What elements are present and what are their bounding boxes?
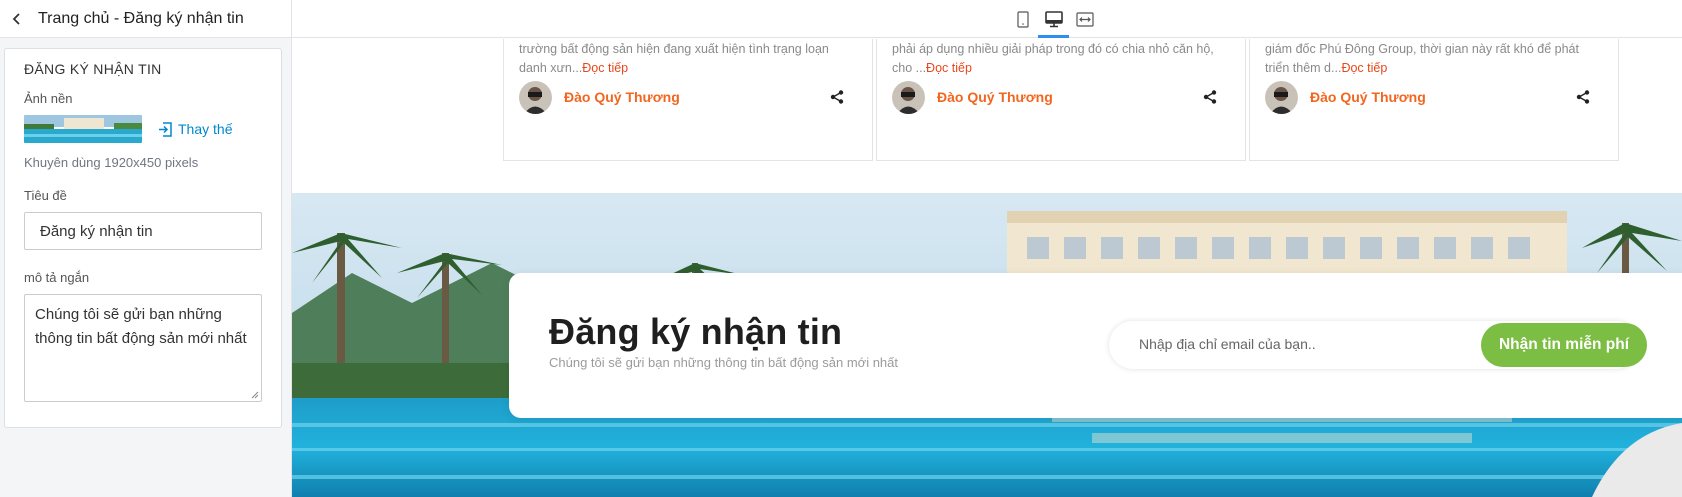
title-label: Tiêu đề xyxy=(24,188,67,203)
email-form: Nhập địa chỉ email của bạn.. Nhận tin mi… xyxy=(1109,321,1647,369)
article-card: giám đốc Phú Đông Group, thời gian này r… xyxy=(1249,39,1619,161)
author-row: Đào Quý Thương xyxy=(519,80,859,114)
author-row: Đào Quý Thương xyxy=(1265,80,1605,114)
newsletter-subtitle: Chúng tôi sẽ gửi bạn những thông tin bất… xyxy=(549,355,899,370)
replace-icon xyxy=(159,121,172,137)
background-row: Thay thế xyxy=(24,115,262,143)
description-text: Chúng tôi sẽ gửi bạn những thông tin bất… xyxy=(35,306,247,347)
author-row: Đào Quý Thương xyxy=(892,80,1232,114)
background-label: Ảnh nền xyxy=(24,91,73,106)
settings-panel: ĐĂNG KÝ NHẬN TIN Ảnh nền Thay thế Khuyên… xyxy=(4,48,282,428)
excerpt-line: triển thêm d... xyxy=(1265,61,1342,75)
article-card: trường bất động sản hiện đang xuất hiện … xyxy=(503,39,873,161)
fullwidth-icon xyxy=(1075,11,1094,27)
replace-image-button[interactable]: Thay thế xyxy=(158,121,232,137)
desktop-view-button[interactable] xyxy=(1038,0,1069,38)
share-icon xyxy=(1576,90,1590,104)
panel-title: ĐĂNG KÝ NHẬN TIN xyxy=(24,61,162,77)
title-input[interactable]: Đăng ký nhận tin xyxy=(24,212,262,250)
read-more-link[interactable]: Đọc tiếp xyxy=(1341,61,1387,75)
article-card: phải áp dụng nhiều giải pháp trong đó có… xyxy=(876,39,1246,161)
excerpt-line: danh xưn... xyxy=(519,61,583,75)
sidebar-header: Trang chủ - Đăng ký nhận tin xyxy=(0,0,291,38)
mobile-icon xyxy=(1016,10,1029,28)
avatar xyxy=(892,80,925,114)
background-thumbnail[interactable] xyxy=(24,115,142,143)
desktop-icon xyxy=(1044,10,1063,27)
description-label: mô tả ngắn xyxy=(24,270,90,285)
card-excerpt: giám đốc Phú Đông Group, thời gian này r… xyxy=(1265,40,1605,78)
description-textarea[interactable]: Chúng tôi sẽ gửi bạn những thông tin bất… xyxy=(24,294,262,402)
read-more-link[interactable]: Đọc tiếp xyxy=(582,61,628,75)
replace-label: Thay thế xyxy=(178,121,233,137)
avatar xyxy=(519,80,552,114)
preview-toolbar xyxy=(292,0,1682,38)
share-button[interactable] xyxy=(827,87,847,107)
excerpt-line: cho ... xyxy=(892,61,927,75)
author-name[interactable]: Đào Quý Thương xyxy=(564,89,680,105)
author-name[interactable]: Đào Quý Thương xyxy=(937,89,1053,105)
avatar xyxy=(1265,80,1298,114)
share-button[interactable] xyxy=(1200,87,1220,107)
page-preview: trường bất động sản hiện đang xuất hiện … xyxy=(292,39,1682,497)
newsletter-box: Đăng ký nhận tin Chúng tôi sẽ gửi bạn nh… xyxy=(509,273,1682,418)
mobile-view-button[interactable] xyxy=(1007,0,1038,38)
size-hint: Khuyên dùng 1920x450 pixels xyxy=(24,155,199,170)
email-input[interactable]: Nhập địa chỉ email của bạn.. xyxy=(1139,336,1316,352)
card-excerpt: phải áp dụng nhiều giải pháp trong đó có… xyxy=(892,40,1232,78)
share-button[interactable] xyxy=(1573,87,1593,107)
excerpt-line: giám đốc Phú Đông Group, thời gian này r… xyxy=(1265,42,1579,56)
editor-sidebar: Trang chủ - Đăng ký nhận tin ĐĂNG KÝ NHẬ… xyxy=(0,0,292,497)
share-icon xyxy=(1203,90,1217,104)
share-icon xyxy=(830,90,844,104)
back-button[interactable] xyxy=(6,8,28,30)
subscribe-button[interactable]: Nhận tin miễn phí xyxy=(1481,323,1647,367)
excerpt-line: phải áp dụng nhiều giải pháp trong đó có… xyxy=(892,42,1214,56)
author-name[interactable]: Đào Quý Thương xyxy=(1310,89,1426,105)
excerpt-line: trường bất động sản hiện đang xuất hiện … xyxy=(519,42,829,56)
sidebar-title: Trang chủ - Đăng ký nhận tin xyxy=(38,9,244,27)
chevron-left-icon xyxy=(12,12,20,25)
resize-grip-icon[interactable] xyxy=(251,391,259,399)
card-excerpt: trường bất động sản hiện đang xuất hiện … xyxy=(519,40,859,78)
read-more-link[interactable]: Đọc tiếp xyxy=(926,61,972,75)
fullwidth-view-button[interactable] xyxy=(1069,0,1100,38)
newsletter-title: Đăng ký nhận tin xyxy=(549,311,843,352)
device-switcher xyxy=(1007,0,1100,38)
